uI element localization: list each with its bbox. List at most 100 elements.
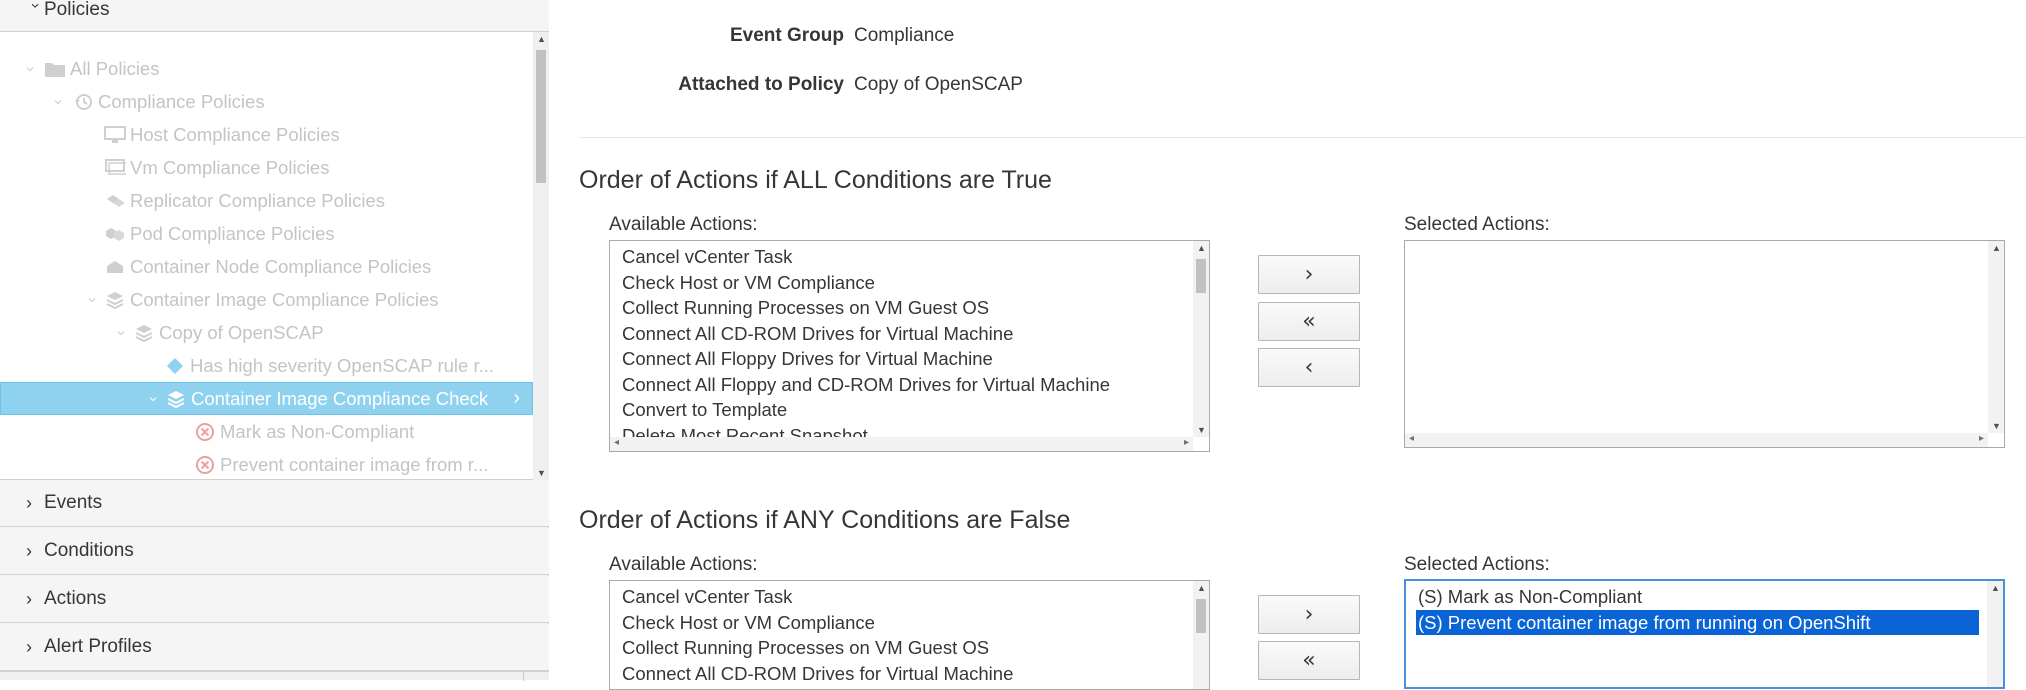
tree-node-label: Pod Compliance Policies xyxy=(130,222,335,244)
accordion-alert-profiles[interactable]: › Alert Profiles xyxy=(0,624,549,671)
action-option[interactable]: Check Host or VM Compliance xyxy=(622,270,875,295)
remove-all-actions-button[interactable]: « xyxy=(1258,302,1360,341)
chevron-down-icon[interactable]: › xyxy=(83,292,101,308)
action-option[interactable]: Convert to Template xyxy=(622,397,787,422)
replicator-icon xyxy=(104,190,126,212)
tree-node[interactable]: Vm Compliance Policies xyxy=(0,151,533,184)
horizontal-scrollbar[interactable] xyxy=(0,671,549,681)
policy-detail-panel: Event Group Compliance Attached to Polic… xyxy=(549,0,2026,690)
action-option[interactable]: Connect All CD-ROM Drives for Virtual Ma… xyxy=(622,661,1013,686)
action-option[interactable]: (S) Prevent container image from running… xyxy=(1416,609,1979,635)
scroll-up-icon[interactable]: ▲ xyxy=(537,34,546,44)
action-option[interactable]: Collect Running Processes on VM Guest OS xyxy=(622,295,989,320)
scroll-up-icon[interactable]: ▲ xyxy=(1197,583,1206,593)
list-scrollbar[interactable]: ▲ xyxy=(1193,581,1209,689)
available-actions-list[interactable]: Delete Most Recent Snapshot Convert to Te… xyxy=(609,240,1210,452)
selected-actions-list[interactable]: ▲ ▼ ◂ ▸ xyxy=(1404,240,2005,448)
scroll-up-icon[interactable]: ▲ xyxy=(1992,243,2001,253)
tree-node-label: Replicator Compliance Policies xyxy=(130,189,385,211)
history-icon xyxy=(72,91,94,113)
selected-actions-list[interactable]: (S) Prevent container image from running… xyxy=(1404,579,2005,689)
tree-node[interactable]: › Container Image Compliance Check › xyxy=(0,382,533,415)
scroll-up-icon[interactable]: ▲ xyxy=(1991,583,2000,593)
divider xyxy=(579,137,2026,138)
available-actions-list[interactable]: Connect All CD-ROM Drives for Virtual Ma… xyxy=(609,580,1210,690)
tree-node-label: Compliance Policies xyxy=(98,90,265,112)
tree-node[interactable]: Host Compliance Policies xyxy=(0,118,533,151)
error-circle-icon xyxy=(194,454,216,476)
chevron-right-icon: › xyxy=(26,588,32,609)
scroll-thumb[interactable] xyxy=(1196,599,1206,633)
diamond-icon xyxy=(164,355,186,377)
scroll-down-icon[interactable]: ▼ xyxy=(1992,421,2001,431)
tree-node[interactable]: › All Policies xyxy=(0,52,533,85)
accordion-actions-label: Actions xyxy=(44,588,107,609)
accordion-events-label: Events xyxy=(44,492,103,513)
tree-node-label: Mark as Non-Compliant xyxy=(220,420,415,442)
scroll-down-icon[interactable]: ▼ xyxy=(537,468,546,478)
list-hscrollbar[interactable]: ◂ ▸ xyxy=(1405,433,1988,447)
tree-node[interactable]: Pod Compliance Policies xyxy=(0,217,533,250)
chevron-down-icon[interactable]: › xyxy=(21,61,39,77)
action-option[interactable]: Connect All CD-ROM Drives for Virtual Ma… xyxy=(622,321,1013,346)
folder-icon xyxy=(44,58,66,80)
accordion-events[interactable]: › Events xyxy=(0,480,549,527)
tree-node[interactable]: › Compliance Policies xyxy=(0,85,533,118)
remove-action-button[interactable]: ‹ xyxy=(1258,348,1360,387)
remove-all-actions-button[interactable]: « xyxy=(1258,641,1360,680)
action-option[interactable]: Collect Running Processes on VM Guest OS xyxy=(622,635,989,660)
action-option[interactable]: (S) Mark as Non-Compliant xyxy=(1418,584,1642,609)
scroll-right-icon[interactable]: ▸ xyxy=(1979,433,1984,444)
accordion-actions[interactable]: › Actions xyxy=(0,576,549,623)
action-option[interactable]: Connect All Floppy Drives for Virtual Ma… xyxy=(622,346,993,371)
scroll-up-icon[interactable]: ▲ xyxy=(1197,243,1206,253)
scroll-down-icon[interactable]: ▼ xyxy=(1197,425,1206,435)
accordion-policies-label: Policies xyxy=(44,0,110,20)
action-option[interactable]: Cancel vCenter Task xyxy=(622,244,792,269)
chevron-down-icon[interactable]: › xyxy=(112,325,130,341)
action-option[interactable]: Cancel vCenter Task xyxy=(622,584,792,609)
tree-node[interactable]: Has high severity OpenSCAP rule r... xyxy=(0,349,533,382)
list-hscrollbar[interactable]: ◂ ▸ xyxy=(610,437,1193,451)
action-option[interactable]: Connect All Floppy and CD-ROM Drives for… xyxy=(622,372,1110,397)
tree-node-label: Vm Compliance Policies xyxy=(130,156,330,178)
chevron-down-icon[interactable]: › xyxy=(144,391,162,407)
attached-policy-value: Copy of OpenSCAP xyxy=(854,74,1023,95)
chevron-right-icon: › xyxy=(513,387,520,409)
add-action-button[interactable]: › xyxy=(1258,255,1360,294)
action-option[interactable]: Check Host or VM Compliance xyxy=(622,610,875,635)
image-stack-icon xyxy=(165,388,187,410)
left-panel: › Policies › All Policies › Compliance Poli… xyxy=(0,0,549,681)
tree-node-label: Has high severity OpenSCAP rule r... xyxy=(190,354,495,376)
scroll-left-icon[interactable]: ◂ xyxy=(614,437,619,448)
pod-icon xyxy=(104,223,126,245)
tree-node-label: All Policies xyxy=(70,57,160,79)
node-icon xyxy=(104,256,126,278)
tree-node[interactable]: Container Node Compliance Policies xyxy=(0,250,533,283)
list-scrollbar[interactable]: ▲ xyxy=(1987,581,2003,687)
available-actions-label: Available Actions: xyxy=(609,214,758,235)
scroll-thumb[interactable] xyxy=(1196,259,1206,293)
event-group-label: Event Group xyxy=(729,25,844,46)
scroll-left-icon[interactable]: ◂ xyxy=(1409,433,1414,444)
error-circle-icon xyxy=(194,421,216,443)
tree-node-label: Container Image Compliance Policies xyxy=(130,288,439,310)
tree-node[interactable]: › Copy of OpenSCAP xyxy=(0,316,533,349)
chevron-right-icon: › xyxy=(26,492,32,513)
accordion-policies[interactable]: › Policies xyxy=(0,0,549,32)
scroll-thumb[interactable] xyxy=(536,50,546,183)
list-scrollbar[interactable]: ▲ ▼ xyxy=(1193,241,1209,437)
tree-node[interactable]: Mark as Non-Compliant xyxy=(0,415,533,448)
tree-scrollbar[interactable]: ▲ ▼ xyxy=(533,32,549,480)
accordion-alert-profiles-label: Alert Profiles xyxy=(44,636,152,657)
chevron-down-icon[interactable]: › xyxy=(49,94,67,110)
section-true-title: Order of Actions if ALL Conditions are T… xyxy=(579,166,1052,194)
tree-node[interactable]: Prevent container image from r... xyxy=(0,448,533,479)
accordion-conditions[interactable]: › Conditions xyxy=(0,528,549,575)
tree-node-label: Container Node Compliance Policies xyxy=(130,255,432,277)
list-scrollbar[interactable]: ▲ ▼ xyxy=(1988,241,2004,433)
tree-node[interactable]: Replicator Compliance Policies xyxy=(0,184,533,217)
scroll-right-icon[interactable]: ▸ xyxy=(1184,437,1189,448)
tree-node[interactable]: › Container Image Compliance Policies xyxy=(0,283,533,316)
add-action-button[interactable]: › xyxy=(1258,595,1360,634)
